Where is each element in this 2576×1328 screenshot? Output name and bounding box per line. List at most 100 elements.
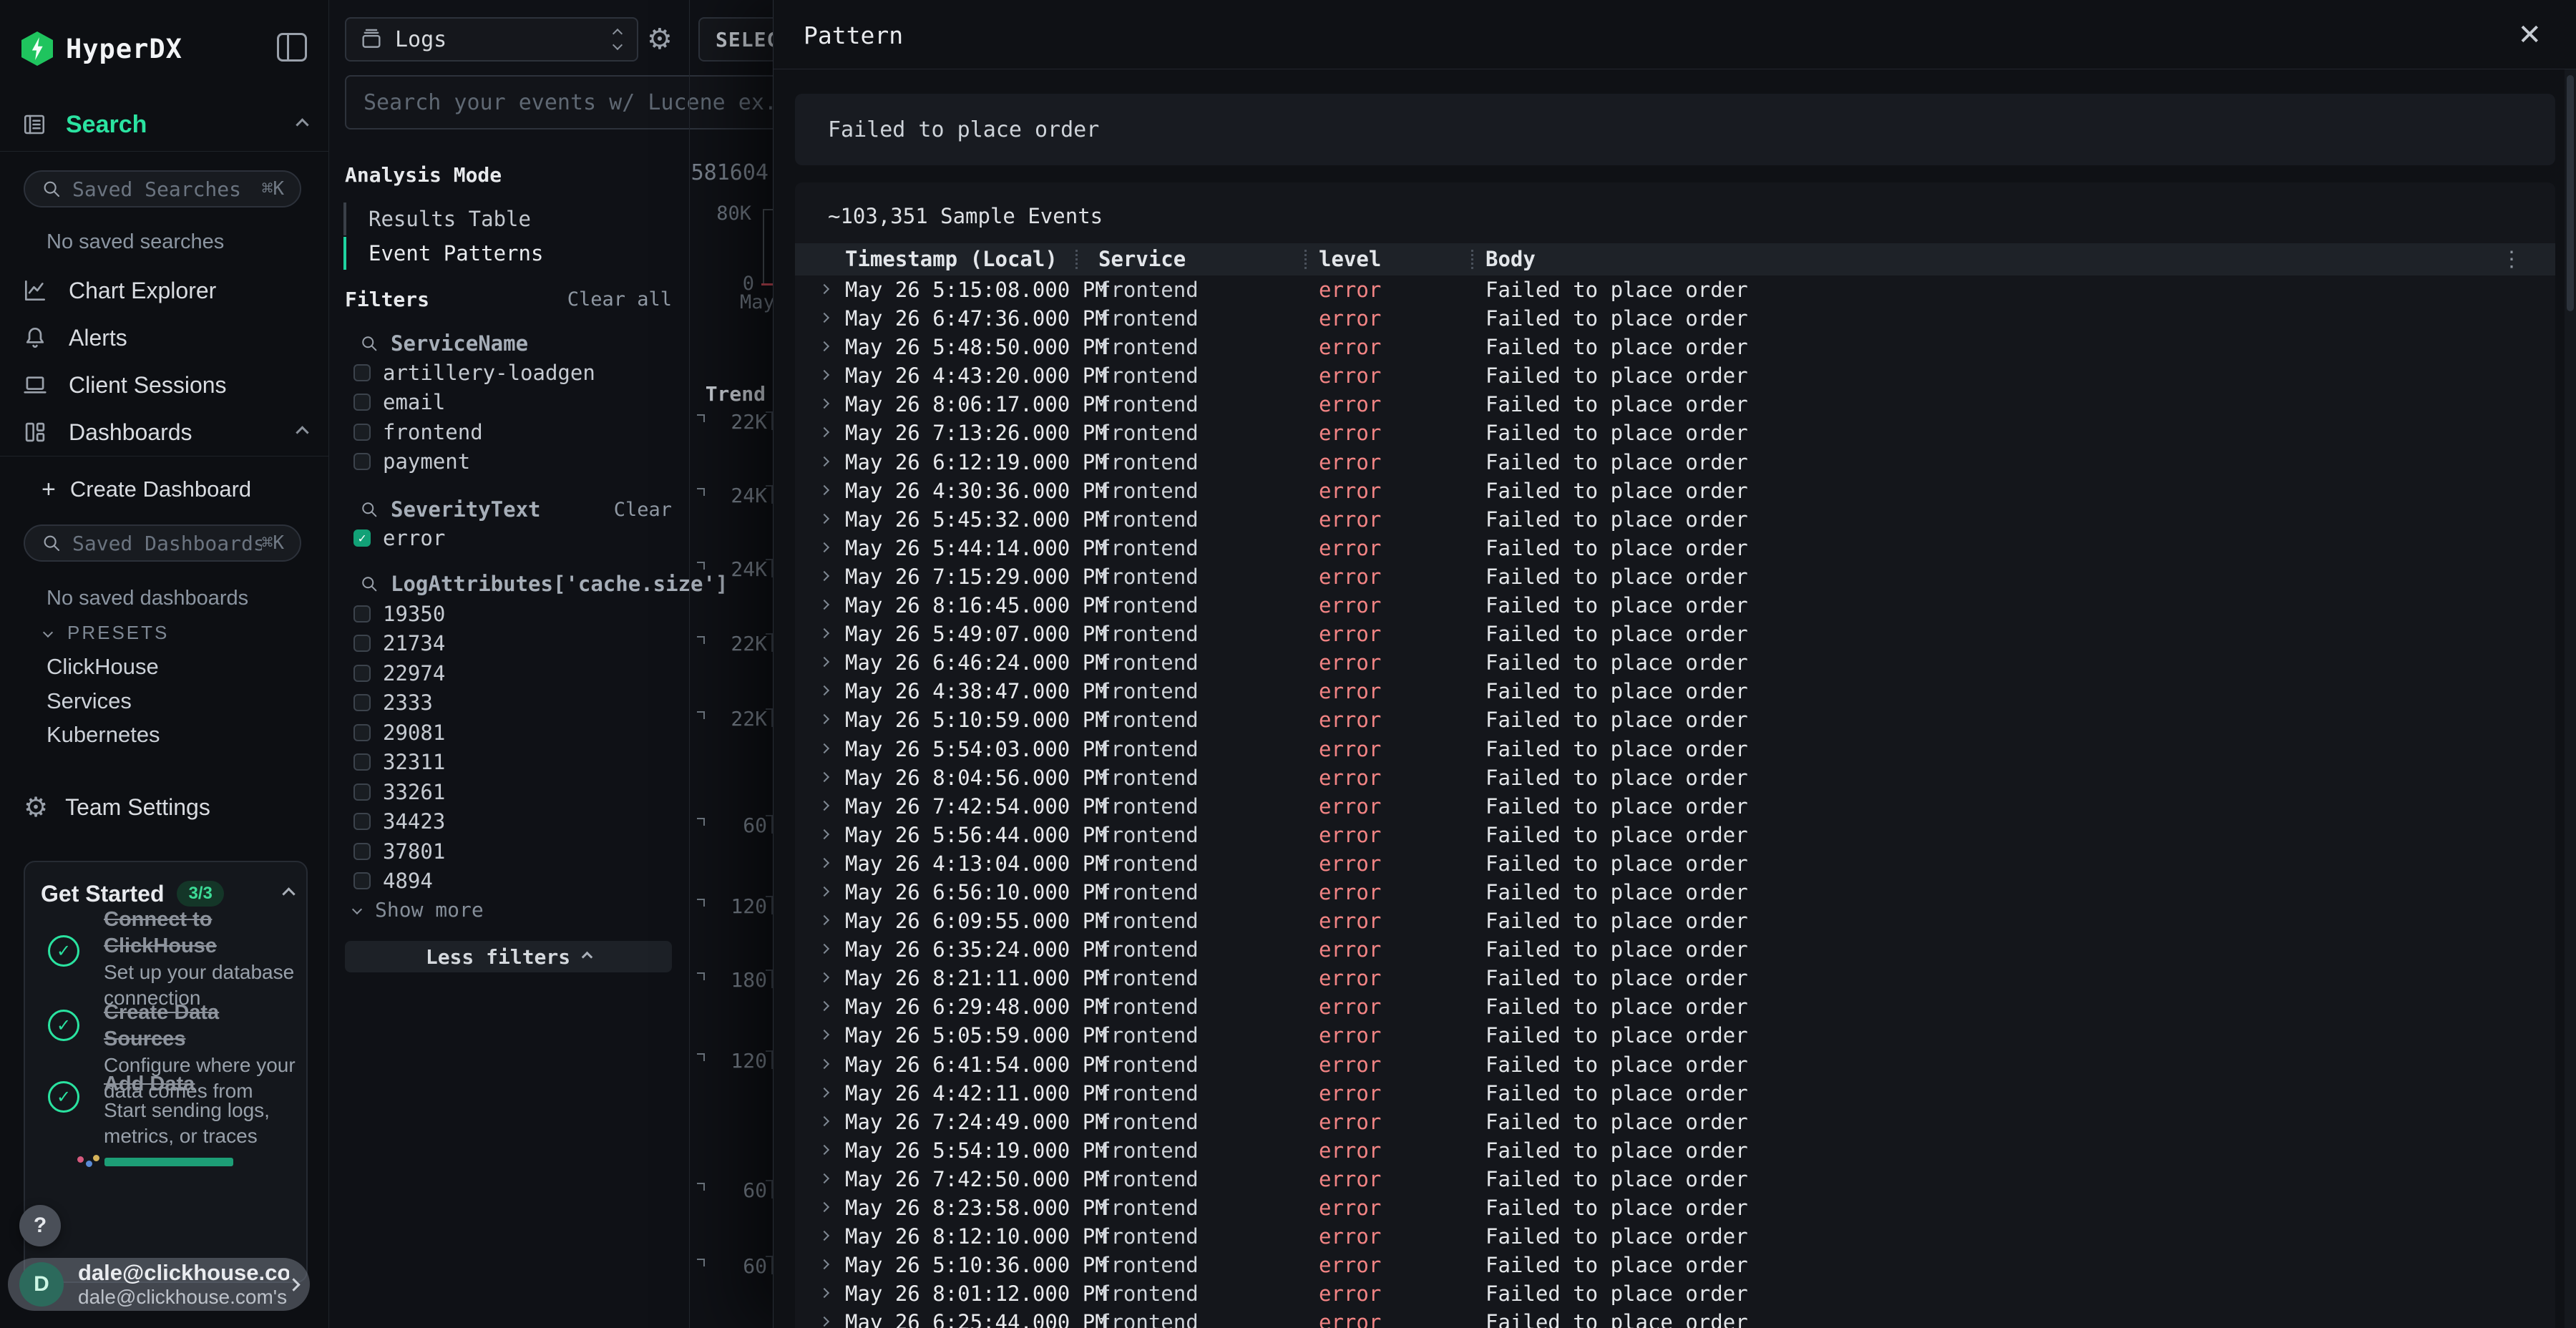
table-row[interactable]: May 26 4:30:36.000 PM frontend error Fai… — [795, 477, 2555, 505]
table-row[interactable]: May 26 5:10:59.000 PM frontend error Fai… — [795, 706, 2555, 734]
pattern-row-preview[interactable]: 22K — [690, 632, 773, 653]
col-header-body[interactable]: Body — [1485, 243, 1536, 275]
scrollbar[interactable] — [2565, 69, 2576, 1328]
col-header-timestamp[interactable]: Timestamp (Local) — [845, 243, 1058, 275]
table-options-kebab-icon[interactable]: ⋮ — [2501, 243, 2522, 275]
close-icon[interactable]: ✕ — [2517, 19, 2542, 52]
sidebar-item-chart-explorer[interactable]: Chart Explorer — [21, 273, 307, 308]
col-header-service[interactable]: Service — [1098, 243, 1186, 275]
table-row[interactable]: May 26 5:10:36.000 PM frontend error Fai… — [795, 1251, 2555, 1279]
presets-toggle[interactable]: PRESETS — [44, 620, 169, 645]
pattern-row-preview[interactable]: 60 — [690, 1254, 773, 1276]
checkbox[interactable] — [353, 665, 371, 682]
preset-clickhouse[interactable]: ClickHouse — [47, 653, 159, 681]
mode-event-patterns[interactable]: Event Patterns — [343, 237, 615, 270]
filter-option[interactable]: ✓ error — [329, 523, 673, 553]
pattern-row-preview[interactable]: 24K — [690, 557, 773, 579]
checkbox[interactable] — [353, 872, 371, 889]
table-row[interactable]: May 26 5:49:07.000 PM frontend error Fai… — [795, 620, 2555, 648]
table-row[interactable]: May 26 7:42:54.000 PM frontend error Fai… — [795, 792, 2555, 821]
saved-searches-input[interactable]: Saved Searches ⌘K — [24, 170, 301, 208]
filter-option[interactable]: 2333 — [329, 688, 673, 718]
table-row[interactable]: May 26 6:41:54.000 PM frontend error Fai… — [795, 1050, 2555, 1079]
table-row[interactable]: May 26 7:24:49.000 PM frontend error Fai… — [795, 1108, 2555, 1136]
filter-option[interactable]: frontend — [329, 417, 673, 447]
table-row[interactable]: May 26 7:42:50.000 PM frontend error Fai… — [795, 1165, 2555, 1193]
create-dashboard-button[interactable]: + Create Dashboard — [42, 474, 251, 505]
filter-option[interactable]: 32311 — [329, 748, 673, 778]
pattern-row-preview[interactable]: 24K — [690, 484, 773, 505]
column-resize-handle[interactable] — [1471, 250, 1473, 269]
checkbox[interactable] — [353, 694, 371, 711]
table-row[interactable]: May 26 6:25:44.000 PM frontend error Fai… — [795, 1308, 2555, 1328]
sidebar-collapse-icon[interactable] — [277, 33, 307, 62]
get-started-header[interactable]: Get Started 3/3 — [41, 878, 293, 909]
filter-option[interactable]: 29081 — [329, 718, 673, 748]
clear-severity-link[interactable]: Clear — [614, 499, 672, 521]
column-resize-handle[interactable] — [1304, 250, 1307, 269]
preset-services[interactable]: Services — [47, 687, 132, 716]
user-menu[interactable]: D dale@clickhouse.com dale@clickhouse.co… — [8, 1258, 310, 1311]
sidebar-item-client-sessions[interactable]: Client Sessions — [21, 368, 307, 402]
filter-option[interactable]: 37801 — [329, 836, 673, 866]
filter-option[interactable]: payment — [329, 447, 673, 477]
saved-dashboards-input[interactable]: Saved Dashboards ⌘K — [24, 524, 301, 562]
table-row[interactable]: May 26 5:44:14.000 PM frontend error Fai… — [795, 534, 2555, 562]
table-row[interactable]: May 26 6:47:36.000 PM frontend error Fai… — [795, 304, 2555, 333]
checkbox[interactable] — [353, 394, 371, 411]
pattern-row-preview[interactable]: 60 — [690, 814, 773, 835]
table-row[interactable]: May 26 6:12:19.000 PM frontend error Fai… — [795, 448, 2555, 477]
table-row[interactable]: May 26 4:13:04.000 PM frontend error Fai… — [795, 849, 2555, 878]
table-row[interactable]: May 26 8:16:45.000 PM frontend error Fai… — [795, 591, 2555, 620]
preset-kubernetes[interactable]: Kubernetes — [47, 721, 160, 749]
sidebar-item-dashboards[interactable]: Dashboards — [21, 415, 307, 449]
source-settings-gear-icon[interactable]: ⚙ — [647, 23, 673, 56]
filter-option[interactable]: email — [329, 388, 673, 418]
table-row[interactable]: May 26 8:06:17.000 PM frontend error Fai… — [795, 390, 2555, 419]
checkbox[interactable] — [353, 424, 371, 441]
table-row[interactable]: May 26 8:23:58.000 PM frontend error Fai… — [795, 1193, 2555, 1222]
filter-option[interactable]: 19350 — [329, 599, 673, 629]
table-row[interactable]: May 26 5:48:50.000 PM frontend error Fai… — [795, 333, 2555, 361]
filter-option[interactable]: artillery-loadgen — [329, 358, 673, 388]
checklist-item-connect[interactable]: ✓ Connect to ClickHouse Set up your data… — [41, 907, 296, 1011]
table-row[interactable]: May 26 6:56:10.000 PM frontend error Fai… — [795, 878, 2555, 907]
checkbox[interactable] — [353, 843, 371, 860]
table-row[interactable]: May 26 5:54:19.000 PM frontend error Fai… — [795, 1136, 2555, 1165]
filter-option[interactable]: 4894 — [329, 866, 673, 897]
checkbox[interactable] — [353, 453, 371, 470]
checklist-item-add-data[interactable]: ✓ Add Data Start sending logs, metrics, … — [41, 1071, 296, 1149]
table-row[interactable]: May 26 5:45:32.000 PM frontend error Fai… — [795, 505, 2555, 534]
mode-results-table[interactable]: Results Table — [343, 202, 615, 235]
table-row[interactable]: May 26 4:42:11.000 PM frontend error Fai… — [795, 1079, 2555, 1108]
table-row[interactable]: May 26 5:54:03.000 PM frontend error Fai… — [795, 735, 2555, 763]
pattern-row-preview[interactable]: 180 — [690, 968, 773, 990]
table-row[interactable]: May 26 6:35:24.000 PM frontend error Fai… — [795, 935, 2555, 964]
pattern-row-preview[interactable]: 120 — [690, 1049, 773, 1070]
table-row[interactable]: May 26 6:29:48.000 PM frontend error Fai… — [795, 992, 2555, 1021]
table-row[interactable]: May 26 5:15:08.000 PM frontend error Fai… — [795, 275, 2555, 304]
filter-option[interactable]: 22974 — [329, 658, 673, 688]
table-row[interactable]: May 26 4:38:47.000 PM frontend error Fai… — [795, 677, 2555, 706]
table-row[interactable]: May 26 6:46:24.000 PM frontend error Fai… — [795, 648, 2555, 677]
pattern-row-preview[interactable]: 60 — [690, 1178, 773, 1200]
checkbox[interactable] — [353, 753, 371, 771]
table-row[interactable]: May 26 8:01:12.000 PM frontend error Fai… — [795, 1279, 2555, 1308]
sidebar-item-team-settings[interactable]: ⚙ Team Settings — [24, 791, 210, 824]
table-row[interactable]: May 26 6:09:55.000 PM frontend error Fai… — [795, 907, 2555, 935]
sidebar-item-alerts[interactable]: Alerts — [21, 321, 307, 355]
filter-option[interactable]: 33261 — [329, 777, 673, 807]
pattern-row-preview[interactable]: 120 — [690, 894, 773, 916]
checkbox[interactable] — [353, 635, 371, 652]
table-row[interactable]: May 26 4:43:20.000 PM frontend error Fai… — [795, 361, 2555, 390]
show-more-button[interactable]: Show more — [353, 896, 484, 923]
checkbox[interactable] — [353, 605, 371, 622]
help-button[interactable]: ? — [19, 1205, 61, 1246]
pattern-row-preview[interactable]: 22K — [690, 410, 773, 431]
filter-option[interactable]: 21734 — [329, 629, 673, 659]
table-row[interactable]: May 26 8:04:56.000 PM frontend error Fai… — [795, 763, 2555, 792]
checkbox[interactable] — [353, 724, 371, 741]
checkbox[interactable] — [353, 783, 371, 801]
column-resize-handle[interactable] — [1075, 250, 1078, 269]
table-row[interactable]: May 26 5:05:59.000 PM frontend error Fai… — [795, 1021, 2555, 1050]
